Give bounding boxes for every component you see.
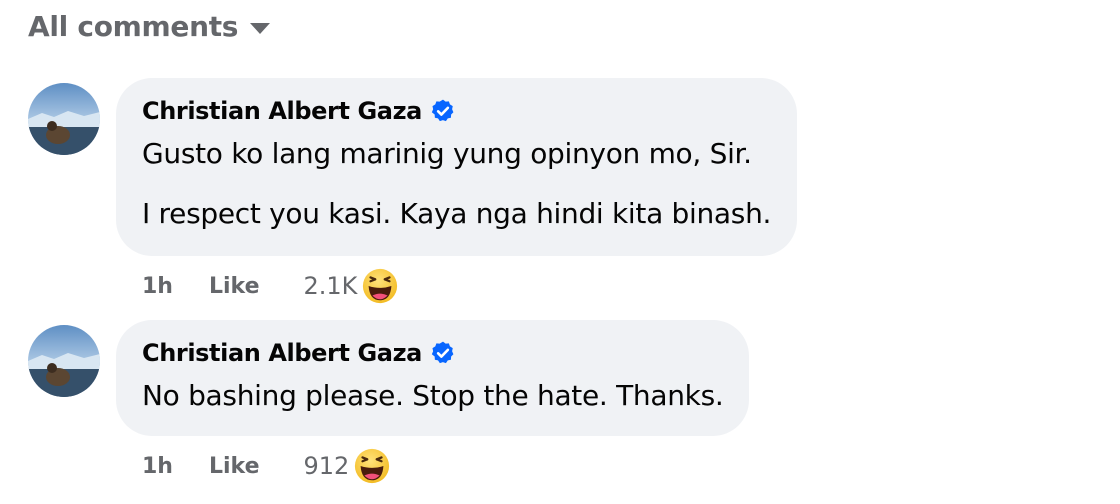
comment-author[interactable]: Christian Albert Gaza [142, 97, 422, 125]
comment-timestamp[interactable]: 1h [142, 454, 173, 479]
like-button[interactable]: Like [209, 274, 260, 299]
comment-text: Gusto ko lang marinig yung opinyon mo, S… [142, 137, 752, 170]
comment-text: I respect you kasi. Kaya nga hindi kita … [142, 197, 772, 230]
comment-actions: 1h Like 912 [142, 446, 391, 486]
reaction-count[interactable]: 912 [304, 452, 350, 480]
comment-author[interactable]: Christian Albert Gaza [142, 339, 422, 367]
comment-bubble: Christian Albert Gaza Gusto ko lang mari… [116, 78, 798, 256]
like-button[interactable]: Like [209, 454, 260, 479]
comment-actions: 1h Like 2.1K [142, 266, 399, 306]
comment-text: No bashing please. Stop the hate. Thanks… [142, 379, 724, 412]
caret-down-icon [250, 23, 271, 34]
haha-emoji-icon[interactable] [353, 447, 391, 485]
reaction-count[interactable]: 2.1K [304, 272, 358, 300]
comments-filter-label: All comments [28, 10, 239, 43]
verified-badge-icon [431, 341, 454, 364]
verified-badge-icon [431, 99, 454, 122]
comments-filter[interactable]: All comments [28, 10, 271, 43]
avatar[interactable] [28, 325, 100, 397]
comment-timestamp[interactable]: 1h [142, 274, 173, 299]
avatar[interactable] [28, 83, 100, 155]
comment-bubble: Christian Albert Gaza No bashing please.… [116, 320, 750, 436]
haha-emoji-icon[interactable] [361, 267, 399, 305]
